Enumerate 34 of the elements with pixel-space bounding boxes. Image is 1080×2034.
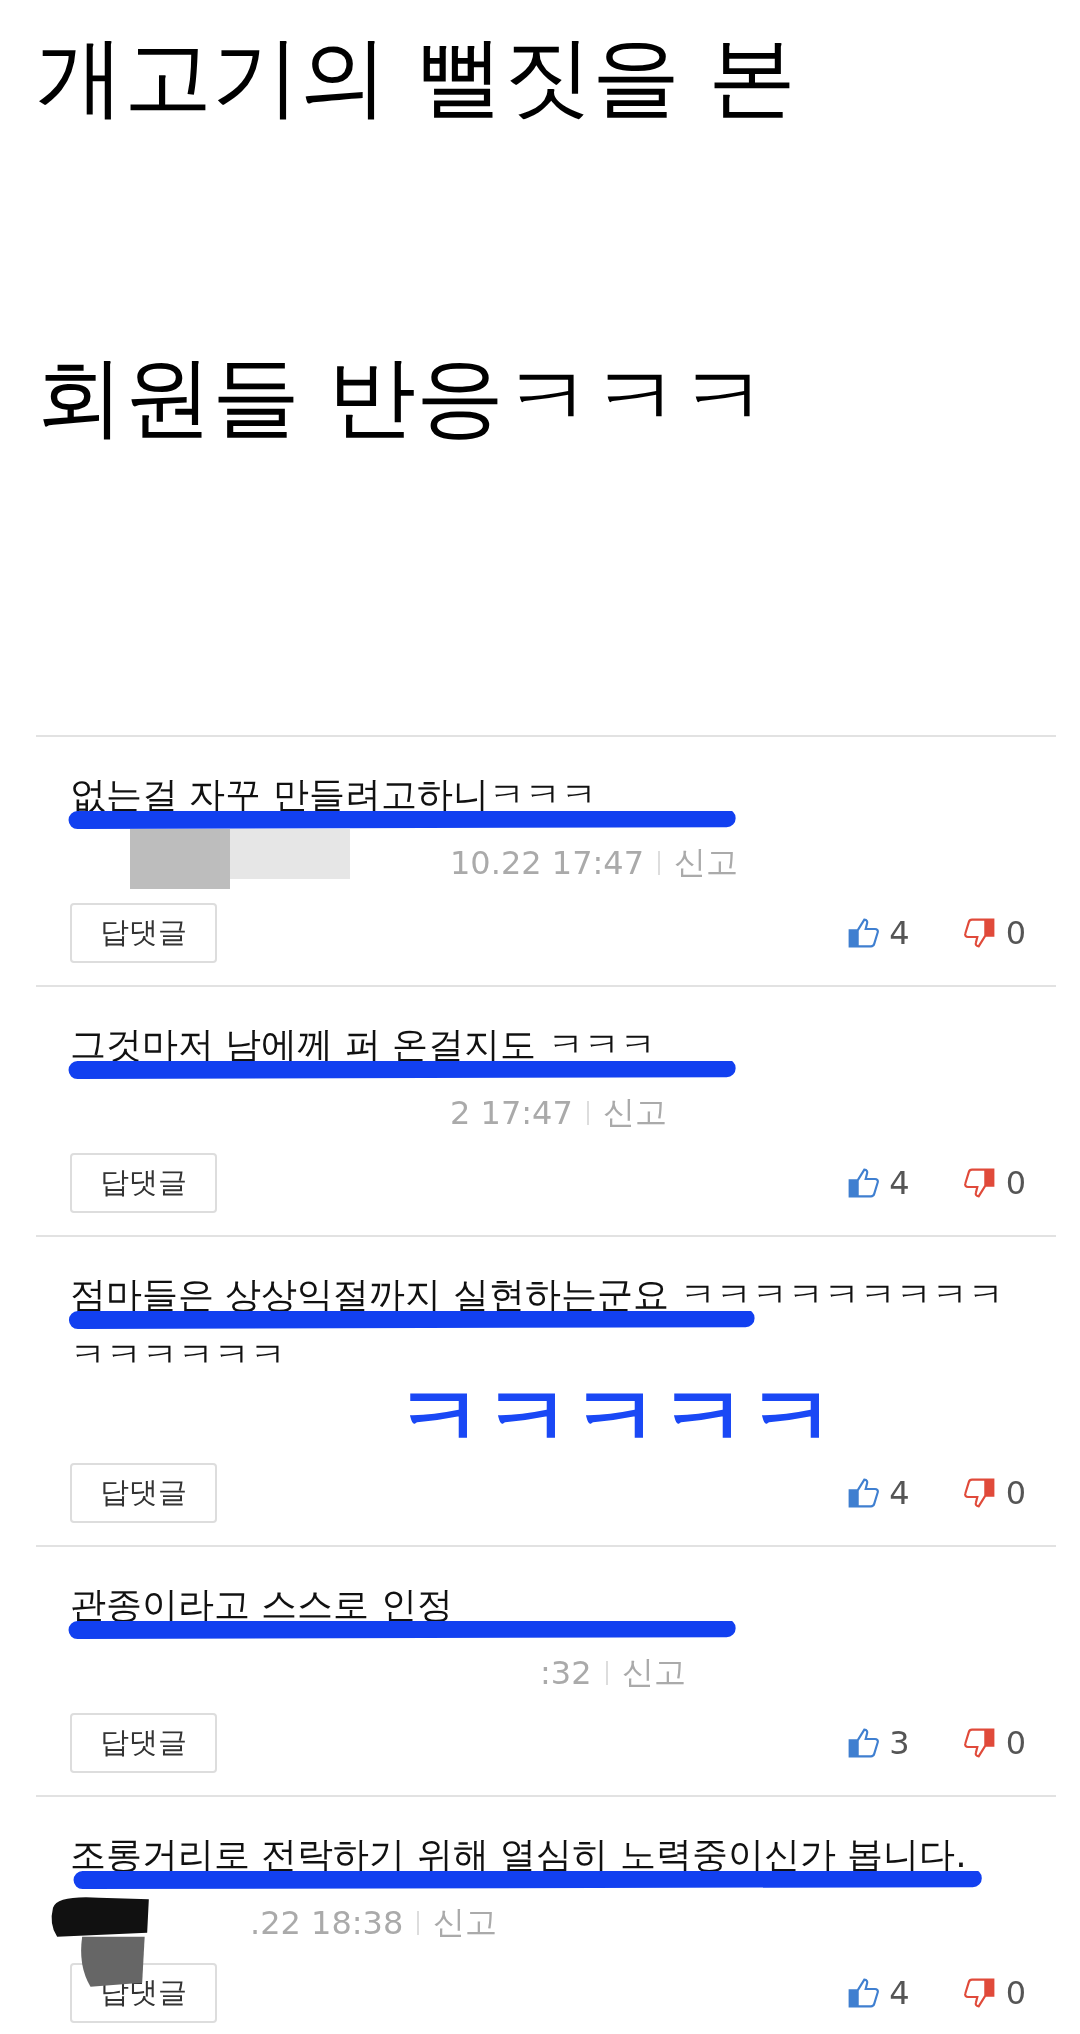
thumbs-up-icon[interactable] xyxy=(847,1167,880,1199)
post-title: 개고기의 뻘짓을 본 xyxy=(36,24,796,130)
dislike-count: 0 xyxy=(1005,1724,1026,1762)
reply-button[interactable]: 답댓글 xyxy=(70,1153,217,1213)
thumbs-down-icon[interactable] xyxy=(963,1477,996,1509)
comment-date: 10.22 17:47 xyxy=(450,844,644,882)
dislike-count: 0 xyxy=(1005,914,1026,952)
like-count: 3 xyxy=(889,1724,910,1762)
comment-date: .22 18:38 xyxy=(250,1904,404,1942)
dislike-count: 0 xyxy=(1005,1164,1026,1202)
reply-button[interactable]: 답댓글 xyxy=(70,903,217,963)
like-count: 4 xyxy=(889,1474,910,1512)
comment-text: 관종이라고 스스로 인정 xyxy=(70,1584,453,1625)
thumbs-down-icon[interactable] xyxy=(963,1727,996,1759)
thumbs-down-icon[interactable] xyxy=(963,1977,996,2009)
like-count: 4 xyxy=(889,914,910,952)
thumbs-up-icon[interactable] xyxy=(847,1977,880,2009)
dislike-count: 0 xyxy=(1005,1974,1026,2012)
thumbs-up-icon[interactable] xyxy=(847,1727,880,1759)
comment-text: 그것마저 남에께 퍼 온걸지도 ㅋㅋㅋ xyxy=(70,1024,656,1065)
like-count: 4 xyxy=(889,1974,910,2012)
comment-date: 2 17:47 xyxy=(450,1094,573,1132)
thumbs-up-icon[interactable] xyxy=(847,1477,880,1509)
thumbs-down-icon[interactable] xyxy=(963,917,996,949)
dislike-count: 0 xyxy=(1005,1474,1026,1512)
reply-button[interactable]: 답댓글 xyxy=(70,1463,217,1523)
comment-date: :32 xyxy=(540,1654,592,1692)
comment-text: 없는걸 자꾸 만들려고하니ㅋㅋㅋ xyxy=(70,774,597,815)
comment-text: 조롱거리로 전락하기 위해 열심히 노력중이신가 봅니다. xyxy=(70,1834,967,1875)
reply-button[interactable]: 답댓글 xyxy=(70,1713,217,1773)
like-count: 4 xyxy=(889,1164,910,1202)
thumbs-down-icon[interactable] xyxy=(963,1167,996,1199)
thumbs-up-icon[interactable] xyxy=(847,917,880,949)
post-title: 회원들 반응ㅋㅋㅋ xyxy=(36,344,768,450)
